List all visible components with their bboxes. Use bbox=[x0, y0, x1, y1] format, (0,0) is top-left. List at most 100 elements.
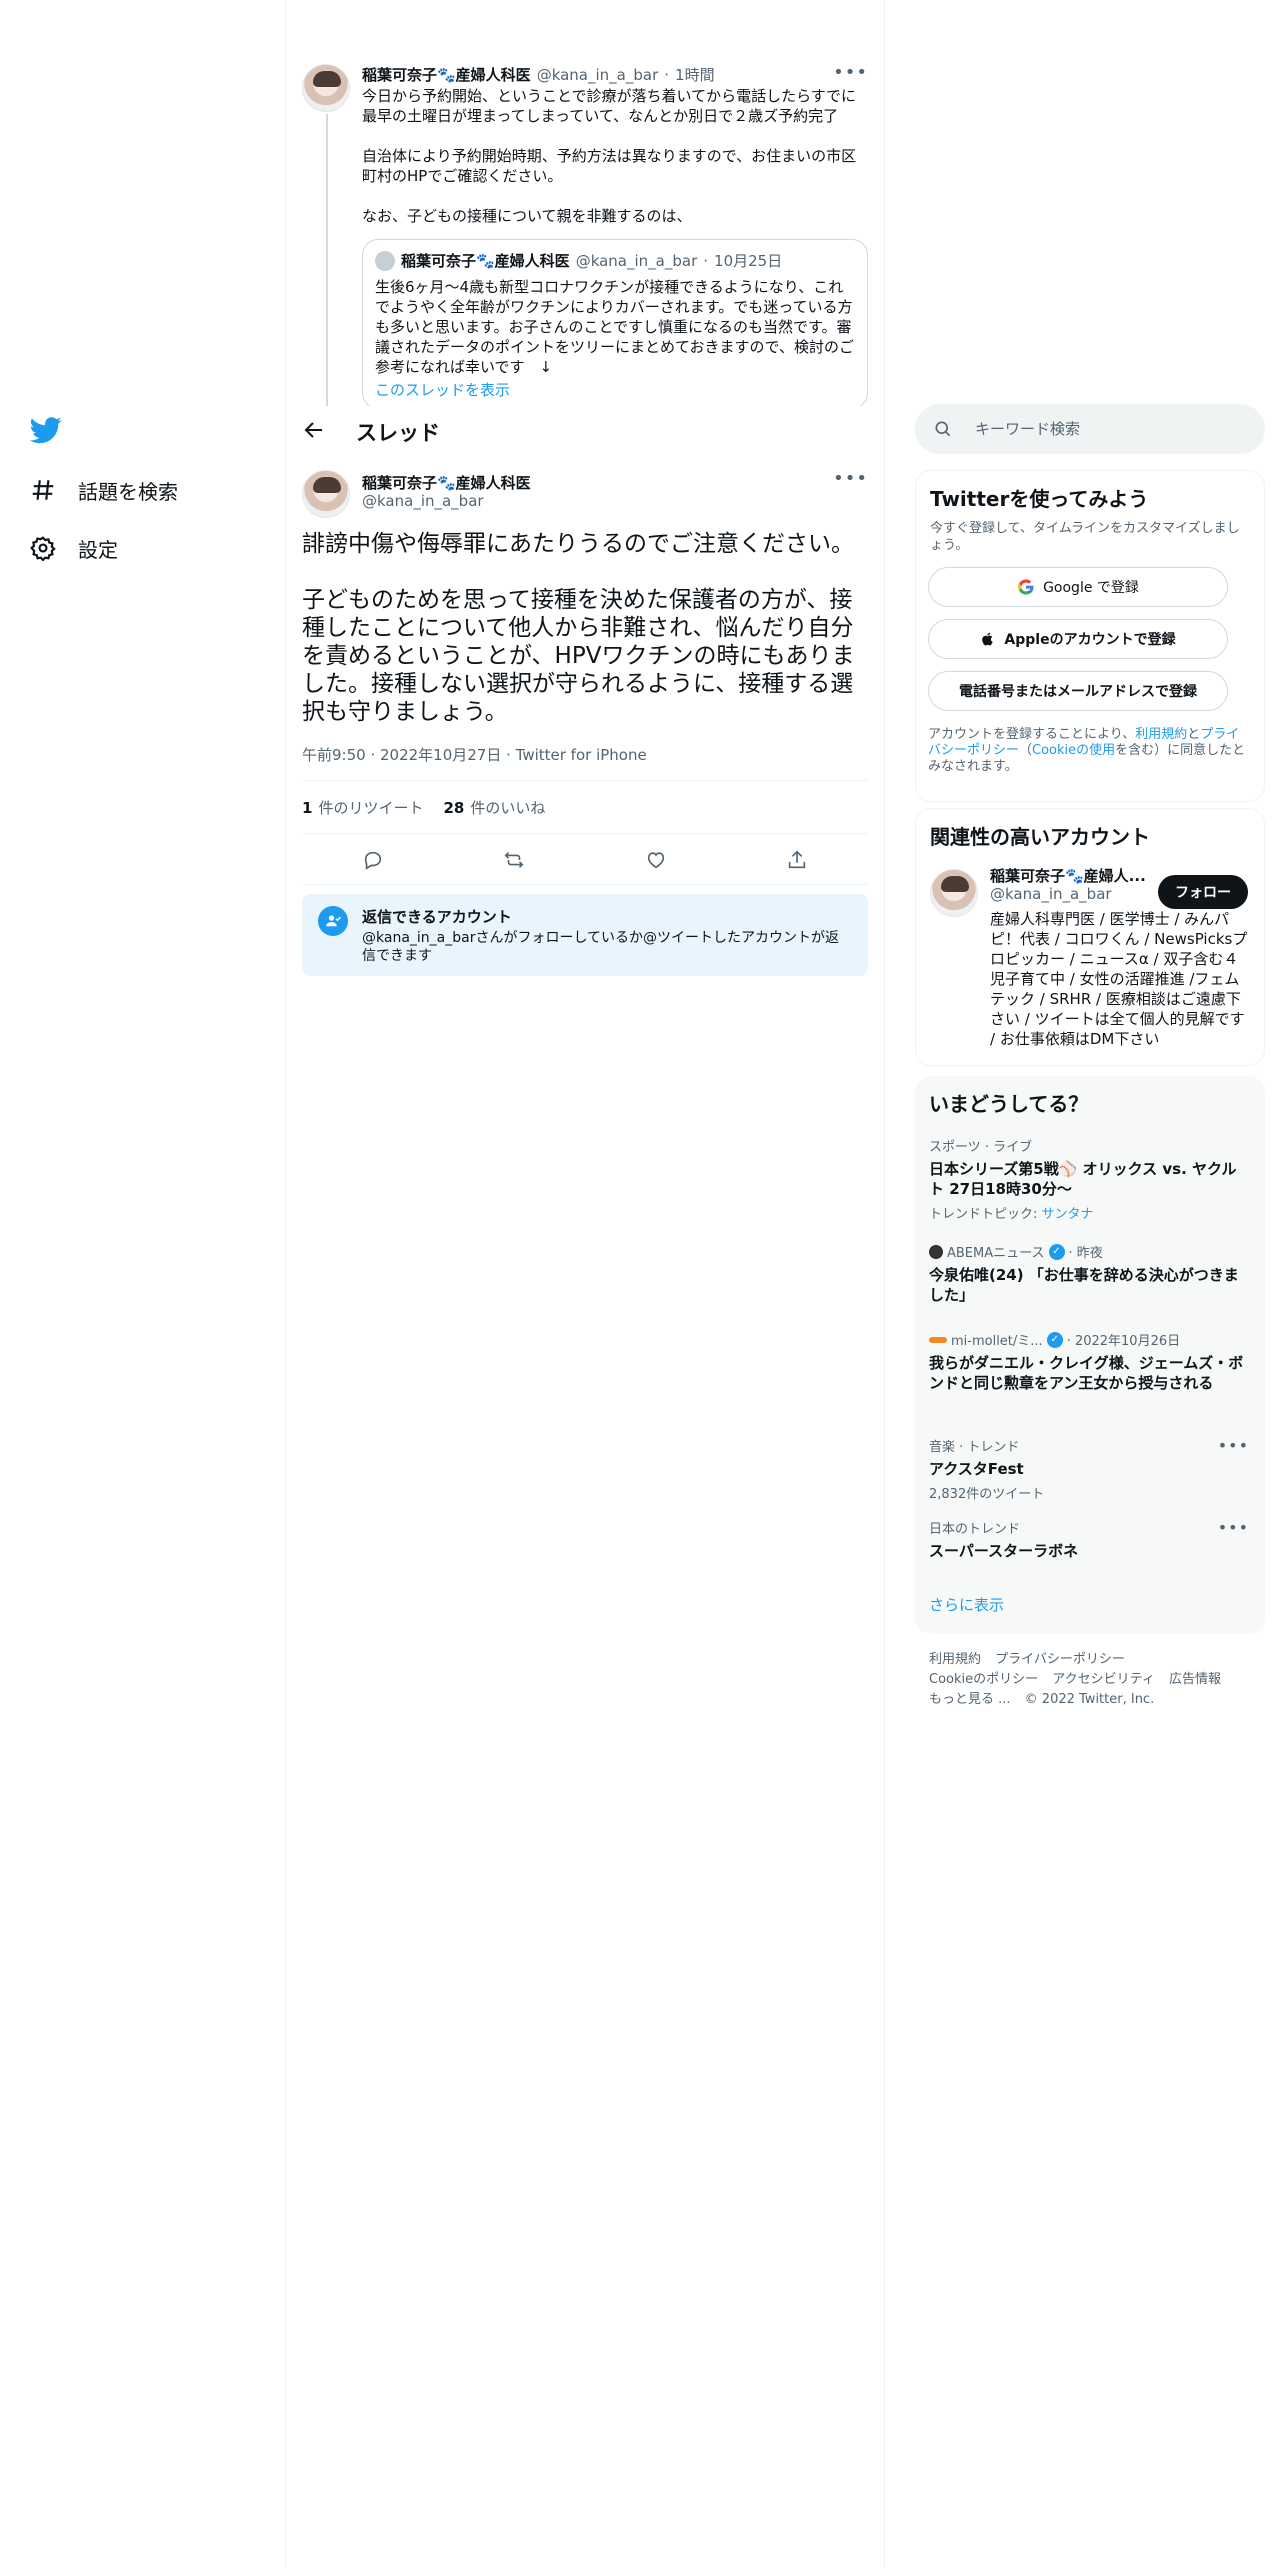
retweet-icon[interactable] bbox=[503, 849, 525, 871]
author-name[interactable]: 稲葉可奈子🐾産婦人科医 bbox=[362, 472, 531, 493]
trend-source: mi-mollet/ミ... bbox=[951, 1334, 1043, 1349]
quote-header: 稲葉可奈子🐾産婦人科医 @kana_in_a_bar · 10月25日 bbox=[375, 250, 855, 271]
twitter-logo-icon[interactable] bbox=[29, 414, 66, 450]
cookie-link[interactable]: Cookieの使用 bbox=[1032, 743, 1115, 758]
quote-time: 10月25日 bbox=[714, 252, 783, 270]
reply-notice-title: 返信できるアカウント bbox=[362, 908, 512, 926]
tweet-paragraph: 誹謗中傷や侮辱罪にあたりうるのでご注意ください。 bbox=[302, 531, 854, 557]
trend-title: スーパースターラボネ bbox=[929, 1542, 1079, 1560]
author-handle[interactable]: @kana_in_a_bar bbox=[362, 492, 484, 510]
tweet-header: 稲葉可奈子🐾産婦人科医 @kana_in_a_bar · 1時間 bbox=[362, 64, 868, 85]
news-source-logo-icon bbox=[929, 1244, 943, 1259]
trend-title: アクスタFest bbox=[929, 1460, 1024, 1478]
reply-notice-description: @kana_in_a_barさんがフォローしているか@ツイートしたアカウントが返… bbox=[362, 930, 840, 964]
trend-context: 日本のトレンド bbox=[929, 1522, 1021, 1537]
trend-subtitle: トレンドトピック: サンタナ bbox=[929, 1203, 1249, 1222]
trend-tweet-count: 2,832件のツイート bbox=[929, 1487, 1045, 1502]
author-handle[interactable]: @kana_in_a_bar bbox=[537, 66, 659, 84]
tweet-time[interactable]: 1時間 bbox=[675, 64, 715, 85]
trend-sub-prefix: トレンドトピック: bbox=[929, 1207, 1042, 1222]
sidebar-item-label: 設定 bbox=[78, 537, 118, 562]
search-bar[interactable] bbox=[915, 404, 1265, 454]
show-thread-link[interactable]: このスレッドを表示 bbox=[375, 379, 855, 400]
trend-item[interactable]: ABEMAニュース ✓ · 昨夜 今泉佑唯(24) 「お仕事を辞める決心がつきま… bbox=[929, 1242, 1249, 1305]
google-icon bbox=[1018, 579, 1034, 595]
share-icon[interactable] bbox=[786, 849, 808, 871]
footer-link-accessibility[interactable]: アクセシビリティ bbox=[1052, 1672, 1155, 1687]
news-source-logo-icon bbox=[929, 1336, 947, 1343]
footer-links: 利用規約 プライバシーポリシー Cookieのポリシー アクセシビリティ 広告情… bbox=[929, 1650, 1259, 1710]
trend-source: ABEMAニュース bbox=[947, 1246, 1045, 1261]
apple-signup-button[interactable]: Appleのアカウントで登録 bbox=[928, 619, 1228, 659]
tweet-text: 今日から予約開始、ということで診療が落ち着いてから電話したらすでに最早の土曜日が… bbox=[362, 86, 868, 246]
follow-button[interactable]: フォロー bbox=[1158, 875, 1248, 909]
more-options-icon[interactable]: ••• bbox=[1218, 1436, 1249, 1455]
account-handle[interactable]: @kana_in_a_bar bbox=[990, 885, 1112, 903]
verified-badge-icon: ✓ bbox=[1046, 1331, 1063, 1348]
avatar bbox=[375, 250, 395, 271]
reply-restriction-notice: 返信できるアカウント @kana_in_a_barさんがフォローしているか@ツイ… bbox=[302, 894, 868, 976]
thread-connector-line bbox=[326, 114, 328, 406]
quote-text: 生後6ヶ月～4歳も新型コロナワクチンが接種できるようになり、これでようやく全年齢… bbox=[375, 278, 854, 376]
thread-header: スレッド bbox=[286, 406, 884, 454]
footer-link-ads[interactable]: 広告情報 bbox=[1169, 1672, 1221, 1687]
quoted-tweet[interactable]: 稲葉可奈子🐾産婦人科医 @kana_in_a_bar · 10月25日 生後6ヶ… bbox=[362, 239, 868, 406]
legal-paren: （ bbox=[1019, 743, 1033, 758]
copyright: © 2022 Twitter, Inc. bbox=[1024, 1692, 1155, 1707]
more-options-icon[interactable]: ••• bbox=[1218, 1518, 1249, 1537]
trend-title: 今泉佑唯(24) 「お仕事を辞める決心がつきました」 bbox=[929, 1266, 1239, 1304]
tweet-paragraph: 今日から予約開始、ということで診療が落ち着いてから電話したらすでに最早の土曜日が… bbox=[362, 87, 856, 125]
trends-card: いまどうしてる？ スポーツ · ライブ 日本シリーズ第5戦⚾ オリックス vs.… bbox=[915, 1076, 1265, 1634]
footer-link-privacy[interactable]: プライバシーポリシー bbox=[995, 1652, 1125, 1667]
like-heart-icon[interactable] bbox=[645, 849, 667, 871]
tweet-stats: 1 件のリツイート 28 件のいいね bbox=[302, 780, 868, 834]
search-icon bbox=[935, 421, 951, 437]
footer-link-more[interactable]: もっと見る ... bbox=[929, 1692, 1011, 1707]
back-arrow-icon[interactable] bbox=[302, 418, 326, 442]
separator-dot: · bbox=[664, 65, 670, 84]
trend-title: 日本シリーズ第5戦⚾ オリックス vs. ヤクルト 27日18時30分〜 bbox=[929, 1160, 1237, 1198]
tweet-actions bbox=[302, 835, 868, 885]
search-input[interactable] bbox=[975, 420, 1235, 438]
retweet-count: 1 bbox=[302, 798, 313, 817]
sidebar-item-explore[interactable]: 話題を検索 bbox=[30, 470, 178, 510]
phone-email-signup-button[interactable]: 電話番号またはメールアドレスで登録 bbox=[928, 671, 1228, 711]
sidebar-item-label: 話題を検索 bbox=[78, 479, 178, 504]
show-more-link[interactable]: さらに表示 bbox=[929, 1594, 1004, 1615]
sidebar-item-settings[interactable]: 設定 bbox=[30, 528, 118, 568]
trend-item[interactable]: mi-mollet/ミ... ✓ · 2022年10月26日 我らがダニエル・ク… bbox=[929, 1330, 1249, 1393]
signup-card: Twitterを使ってみよう 今すぐ登録して、タイムラインをカスタマイズしましょ… bbox=[915, 470, 1265, 802]
tweet-timestamp[interactable]: 午前9:50 · 2022年10月27日 · Twitter for iPhon… bbox=[302, 744, 647, 765]
footer-link-cookie[interactable]: Cookieのポリシー bbox=[929, 1672, 1038, 1687]
avatar[interactable] bbox=[930, 869, 978, 917]
trend-context: スポーツ · ライブ bbox=[929, 1140, 1033, 1155]
legal-prefix: アカウントを登録することにより、 bbox=[928, 727, 1136, 742]
tweet-paragraph: なお、子どもの接種について親を非難するのは、 bbox=[362, 207, 692, 225]
avatar[interactable] bbox=[302, 470, 350, 518]
more-options-icon[interactable]: ••• bbox=[833, 468, 868, 489]
more-options-icon[interactable]: ••• bbox=[833, 62, 868, 83]
google-signup-button[interactable]: Google で登録 bbox=[928, 567, 1228, 607]
phone-email-signup-label: 電話番号またはメールアドレスで登録 bbox=[959, 684, 1197, 700]
reply-icon[interactable] bbox=[362, 849, 384, 871]
trend-context: 音楽 · トレンド bbox=[929, 1440, 1020, 1455]
terms-link[interactable]: 利用規約 bbox=[1135, 727, 1187, 742]
footer-link-terms[interactable]: 利用規約 bbox=[929, 1652, 981, 1667]
avatar[interactable] bbox=[302, 64, 350, 112]
trend-time: · 2022年10月26日 bbox=[1066, 1334, 1181, 1349]
retweet-count-link[interactable]: 1 件のリツイート bbox=[302, 797, 423, 818]
author-name[interactable]: 稲葉可奈子🐾産婦人科医 bbox=[362, 64, 531, 85]
user-check-icon bbox=[318, 906, 348, 936]
apple-icon bbox=[982, 632, 994, 646]
tweet-text: 誹謗中傷や侮辱罪にあたりうるのでご注意ください。 子どものためを思って接種を決め… bbox=[302, 530, 868, 754]
page-title: スレッド bbox=[356, 421, 440, 445]
trend-item[interactable]: 音楽 · トレンド アクスタFest 2,832件のツイート ••• bbox=[929, 1436, 1249, 1502]
like-count-link[interactable]: 28 件のいいね bbox=[443, 797, 545, 818]
trend-item[interactable]: 日本のトレンド スーパースターラボネ ••• bbox=[929, 1518, 1249, 1561]
parent-tweet[interactable]: 稲葉可奈子🐾産婦人科医 @kana_in_a_bar · 1時間 ••• 今日か… bbox=[286, 56, 884, 406]
trends-title: いまどうしてる？ bbox=[929, 1092, 1089, 1116]
trend-item[interactable]: スポーツ · ライブ 日本シリーズ第5戦⚾ オリックス vs. ヤクルト 27日… bbox=[929, 1136, 1249, 1222]
account-name[interactable]: 稲葉可奈子🐾産婦人... bbox=[990, 865, 1146, 886]
tweet-paragraph: 子どものためを思って接種を決めた保護者の方が、接種したことについて他人から非難さ… bbox=[302, 587, 855, 725]
trend-topic-link[interactable]: サンタナ bbox=[1042, 1207, 1094, 1222]
